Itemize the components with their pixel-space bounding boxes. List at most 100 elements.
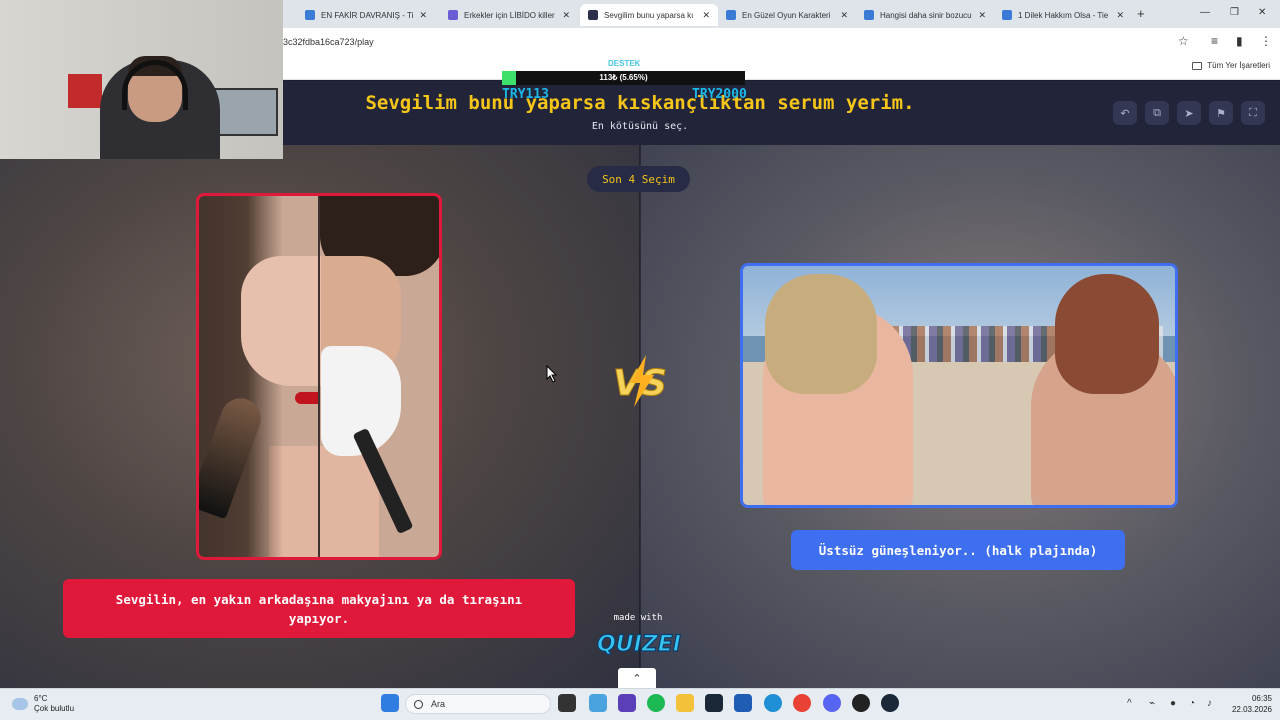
tab-title: Sevgilim bunu yaparsa kı: [604, 10, 694, 20]
network-icon[interactable]: ⌁: [1149, 698, 1155, 709]
tab-1[interactable]: EN FAKİR DAVRANIŞ - Tie ✕: [297, 4, 435, 26]
undo-icon: ↶: [1120, 107, 1130, 120]
tab-favicon-icon: [448, 10, 458, 20]
discord-icon[interactable]: [823, 694, 841, 712]
tab-title: Erkekler için LİBİDO killer: [464, 10, 555, 20]
obs-icon[interactable]: [852, 694, 870, 712]
edge-icon[interactable]: [764, 694, 782, 712]
tab-close-icon[interactable]: ✕: [702, 10, 710, 21]
system-clock[interactable]: 06:35 22.03.2026: [1226, 693, 1272, 715]
quizei-logo[interactable]: QUIZEI: [594, 621, 684, 657]
share-icon: ⧉: [1153, 106, 1161, 119]
minimize-icon[interactable]: —: [1200, 7, 1210, 18]
bookmark-star-icon[interactable]: ☆: [1178, 34, 1189, 48]
tab-favicon-icon: [1002, 10, 1012, 20]
screen: EN FAKİR DAVRANIŞ - Tie ✕ Erkekler için …: [0, 0, 1280, 720]
volume-icon[interactable]: ♪: [1207, 698, 1212, 709]
new-tab-button[interactable]: +: [1137, 6, 1145, 21]
clock-date: 22.03.2026: [1231, 705, 1272, 714]
chrome-icon[interactable]: [793, 694, 811, 712]
tab-favicon-icon: [726, 10, 736, 20]
tab-close-icon[interactable]: ✕: [419, 10, 427, 21]
donation-amount: 113₺ (5.65%): [599, 73, 648, 82]
profile-icon[interactable]: ▮: [1236, 34, 1243, 48]
chevron-up-icon: ⌃: [632, 672, 642, 685]
tab-favicon-icon: [864, 10, 874, 20]
tab-6[interactable]: 1 Dilek Hakkım Olsa - Tie ✕: [994, 4, 1132, 26]
tab-title: En Güzel Oyun Karakteri: [742, 10, 831, 20]
spotify-icon[interactable]: [647, 694, 665, 712]
window-close-icon[interactable]: ✕: [1258, 7, 1266, 18]
send-button[interactable]: ➤: [1177, 101, 1201, 125]
all-bookmarks-label: Tüm Yer İşaretleri: [1207, 61, 1270, 70]
mouse-cursor-icon: [546, 365, 557, 383]
windows-start-icon[interactable]: [381, 694, 399, 712]
menu-icon[interactable]: ⋮: [1260, 34, 1272, 48]
fullscreen-button[interactable]: ⛶: [1241, 101, 1265, 125]
clock-time: 06:35: [1251, 694, 1272, 703]
steam-icon-2[interactable]: [881, 694, 899, 712]
file-explorer-icon[interactable]: [676, 694, 694, 712]
microphone-icon[interactable]: ●: [1170, 698, 1176, 709]
quiz-page: Sevgilim bunu yaparsa kıskançlıktan seru…: [0, 81, 1280, 688]
option-left-image[interactable]: [196, 193, 442, 560]
tab-close-icon[interactable]: ✕: [840, 10, 848, 21]
fullscreen-icon: ⛶: [1249, 106, 1257, 119]
donation-label: DESTEK: [608, 59, 641, 68]
app-icon[interactable]: [618, 694, 636, 712]
tab-3-active[interactable]: Sevgilim bunu yaparsa kı ✕: [580, 4, 718, 26]
taskbar-search-placeholder: Ara: [431, 699, 446, 709]
tab-favicon-icon: [588, 10, 598, 20]
maximize-icon[interactable]: ❐: [1230, 7, 1239, 18]
center-divider: [639, 145, 641, 688]
option-left-label[interactable]: Sevgilin, en yakın arkadaşına makyajını …: [63, 579, 575, 638]
taskbar: 6°C Çok bulutlu: [0, 688, 1280, 720]
tab-favicon-icon: [305, 10, 315, 20]
search-icon: [414, 699, 423, 709]
task-view-icon[interactable]: [558, 694, 576, 712]
tab-4[interactable]: En Güzel Oyun Karakteri ✕: [718, 4, 856, 26]
donation-min: TRY113: [502, 87, 549, 102]
folder-icon: [1192, 61, 1203, 70]
weather-temp: 6°C: [34, 694, 48, 703]
webcam-overlay: [0, 0, 283, 159]
donation-progress-bar: 113₺ (5.65%): [502, 71, 745, 85]
photo-lips: [295, 392, 319, 404]
url-field[interactable]: 3c32fdba16ca723/play: [283, 37, 374, 47]
extensions-icon[interactable]: ≡: [1211, 34, 1218, 48]
weather-widget[interactable]: 6°C Çok bulutlu: [12, 694, 74, 714]
option-right-image[interactable]: [740, 263, 1178, 508]
flag-icon: ⚑: [1216, 107, 1226, 120]
photo-hair-red: [1055, 274, 1159, 394]
tab-title: Hangisi daha sinir bozucu: [880, 10, 972, 20]
tab-title: EN FAKİR DAVRANIŞ - Tie: [321, 10, 414, 20]
photo-face-left: [241, 256, 321, 386]
photo-hair-blonde: [765, 274, 877, 394]
undo-button[interactable]: ↶: [1113, 101, 1137, 125]
wifi-icon[interactable]: ◔: [1189, 698, 1195, 709]
option-right-label[interactable]: Üstsüz güneşleniyor.. (halk plajında): [791, 530, 1125, 570]
widgets-icon[interactable]: [589, 694, 607, 712]
share-button[interactable]: ⧉: [1145, 101, 1169, 125]
store-icon[interactable]: [734, 694, 752, 712]
tray-chevron-icon[interactable]: ^: [1127, 698, 1132, 709]
tab-close-icon[interactable]: ✕: [562, 10, 570, 21]
scroll-up-button[interactable]: ⌃: [618, 668, 656, 688]
weather-condition: Çok bulutlu: [34, 704, 75, 713]
donation-max: TRY2000: [692, 87, 747, 102]
quizei-logo-text: QUIZEI: [597, 632, 681, 657]
taskbar-search[interactable]: Ara: [405, 694, 551, 714]
cloud-icon: [12, 698, 28, 710]
webcam-poster: [68, 74, 102, 108]
tab-close-icon[interactable]: ✕: [1116, 10, 1124, 21]
report-button[interactable]: ⚑: [1209, 101, 1233, 125]
tab-title: 1 Dilek Hakkım Olsa - Tie: [1018, 10, 1109, 20]
steam-icon[interactable]: [705, 694, 723, 712]
vs-badge: VS: [613, 355, 667, 407]
tab-5[interactable]: Hangisi daha sinir bozucu ✕: [856, 4, 994, 26]
all-bookmarks-button[interactable]: Tüm Yer İşaretleri: [1192, 61, 1270, 70]
send-icon: ➤: [1184, 107, 1194, 120]
photo-split-line: [318, 196, 320, 557]
tab-2[interactable]: Erkekler için LİBİDO killer ✕: [440, 4, 578, 26]
tab-close-icon[interactable]: ✕: [978, 10, 986, 21]
